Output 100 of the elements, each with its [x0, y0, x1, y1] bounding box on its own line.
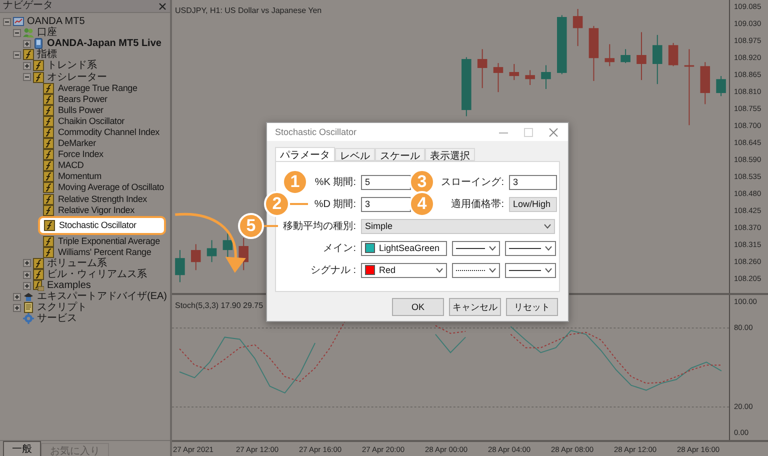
indicator-icon: [43, 171, 54, 182]
dialog-title: Stochastic Oscillator: [275, 127, 357, 137]
tree-item[interactable]: Chaikin Oscillator: [58, 116, 124, 127]
number-field[interactable]: 3: [361, 196, 411, 212]
candle: [668, 42, 678, 67]
indicator-icon: [43, 126, 54, 138]
tree-item[interactable]: OANDA-Japan MT5 Live: [47, 38, 162, 50]
tree-item[interactable]: Momentum: [58, 171, 102, 182]
hat-icon: [23, 291, 34, 302]
candle: [652, 34, 662, 85]
indicator-icon: [43, 246, 54, 258]
color-dropdown[interactable]: Red: [361, 262, 447, 278]
tree-item[interactable]: Bears Power: [58, 94, 108, 105]
tree-item[interactable]: Stochastic Oscillator: [59, 220, 136, 232]
tree-item[interactable]: サービス: [37, 313, 77, 324]
tree-item[interactable]: Examples: [47, 280, 91, 292]
expand-icon[interactable]: [13, 292, 21, 301]
expand-icon[interactable]: [23, 259, 31, 268]
dialog-tab[interactable]: パラメータ: [275, 147, 335, 161]
dropdown[interactable]: Simple: [361, 218, 555, 234]
dropdown[interactable]: Low/High: [509, 196, 557, 212]
candle: [557, 14, 567, 75]
expand-icon[interactable]: [23, 270, 31, 279]
candle: [620, 48, 630, 64]
tree-item[interactable]: Moving Average of Oscillato: [58, 182, 164, 194]
indicator-icon: [44, 220, 55, 232]
tree-item[interactable]: スクリプト: [37, 302, 87, 314]
dialog-tab[interactable]: 表示選択: [425, 148, 475, 161]
line-style-dropdown[interactable]: [452, 240, 500, 256]
candle: [477, 48, 488, 89]
tree-item[interactable]: OANDA MT5: [27, 16, 85, 28]
candle: [206, 240, 217, 263]
number-badge: 2: [264, 191, 290, 217]
indicator-label: Stoch(5,3,3) 17.90 29.75: [175, 301, 264, 310]
tree-item[interactable]: MACD: [58, 160, 84, 172]
tree-item[interactable]: Commodity Channel Index: [58, 126, 160, 138]
tree-item[interactable]: ボリューム系: [47, 258, 107, 269]
chevron-down-icon: [545, 268, 552, 272]
indicator-icon: [43, 160, 54, 172]
dialog-tab[interactable]: レベル: [335, 148, 375, 161]
chevron-down-icon: [544, 224, 551, 228]
close-icon[interactable]: [159, 2, 166, 10]
color-dropdown[interactable]: LightSeaGreen: [361, 240, 447, 256]
collapse-icon[interactable]: [3, 18, 11, 26]
number-field[interactable]: 5: [361, 174, 411, 190]
candle: [572, 8, 583, 47]
tree-item[interactable]: Williams' Percent Range: [58, 246, 152, 258]
field-label: スローイング:: [441, 176, 504, 189]
dialog-button[interactable]: キャンセル: [449, 298, 501, 316]
chevron-down-icon: [489, 268, 496, 272]
tree-item[interactable]: 指標: [37, 49, 57, 60]
tree-item[interactable]: Force Index: [58, 149, 104, 160]
candle: [700, 62, 710, 105]
line-width-dropdown[interactable]: [505, 262, 556, 278]
indicator-icon: [43, 94, 54, 105]
indicator-icon: [43, 182, 54, 194]
tree-item[interactable]: 口座: [37, 27, 57, 38]
panel-tab[interactable]: 一般: [3, 441, 41, 456]
candle: [716, 76, 726, 97]
indicator-icon: [43, 116, 54, 127]
indicator-icon: [23, 49, 34, 60]
expand-icon[interactable]: [23, 282, 31, 290]
collapse-icon[interactable]: [23, 73, 31, 82]
indicator-icon: [33, 258, 44, 269]
tree-item[interactable]: Bulls Power: [58, 104, 104, 116]
expand-icon[interactable]: [23, 62, 31, 70]
collapse-icon[interactable]: [13, 50, 21, 59]
tree-item[interactable]: Relative Vigor Index: [58, 204, 134, 216]
tree-item[interactable]: ビル・ウィリアムス系: [47, 269, 147, 280]
dialog-tab[interactable]: スケール: [375, 148, 425, 161]
tree-item[interactable]: トレンド系: [47, 60, 97, 72]
indicator-folder-icon: [33, 280, 44, 292]
tree-item[interactable]: Average True Range: [58, 82, 138, 94]
scroll-icon: [23, 302, 34, 314]
indicator-icon: [43, 236, 54, 247]
field-label: メイン:: [323, 242, 356, 255]
indicator-icon: [33, 269, 44, 280]
dialog-button[interactable]: OK: [392, 298, 444, 316]
indicator-icon: [43, 204, 54, 216]
tree-item[interactable]: DeMarker: [58, 138, 96, 150]
indicator-icon: [43, 82, 54, 94]
candle: [525, 70, 535, 86]
chevron-down-icon: [436, 268, 443, 272]
dialog-button[interactable]: リセット: [506, 298, 558, 316]
terminal-icon: [13, 16, 24, 28]
expand-icon[interactable]: [13, 304, 21, 312]
line-width-dropdown[interactable]: [505, 240, 556, 256]
close-icon[interactable]: [549, 128, 558, 136]
number-field[interactable]: 3: [509, 174, 557, 190]
line-style-dropdown[interactable]: [452, 262, 500, 278]
collapse-icon[interactable]: [13, 28, 21, 37]
indicator-icon: [43, 138, 54, 150]
candle: [175, 250, 185, 283]
expand-icon[interactable]: [23, 40, 31, 48]
tree-item[interactable]: オシレーター: [47, 72, 107, 83]
tree-item[interactable]: Relative Strength Index: [58, 194, 147, 205]
tree-item[interactable]: Triple Exponential Average: [58, 236, 160, 247]
field-label: 適用価格帯:: [451, 198, 504, 211]
chart-title: USDJPY, H1: US Dollar vs Japanese Yen: [175, 6, 322, 15]
tree-item[interactable]: エキスパートアドバイザ(EA): [37, 291, 167, 302]
